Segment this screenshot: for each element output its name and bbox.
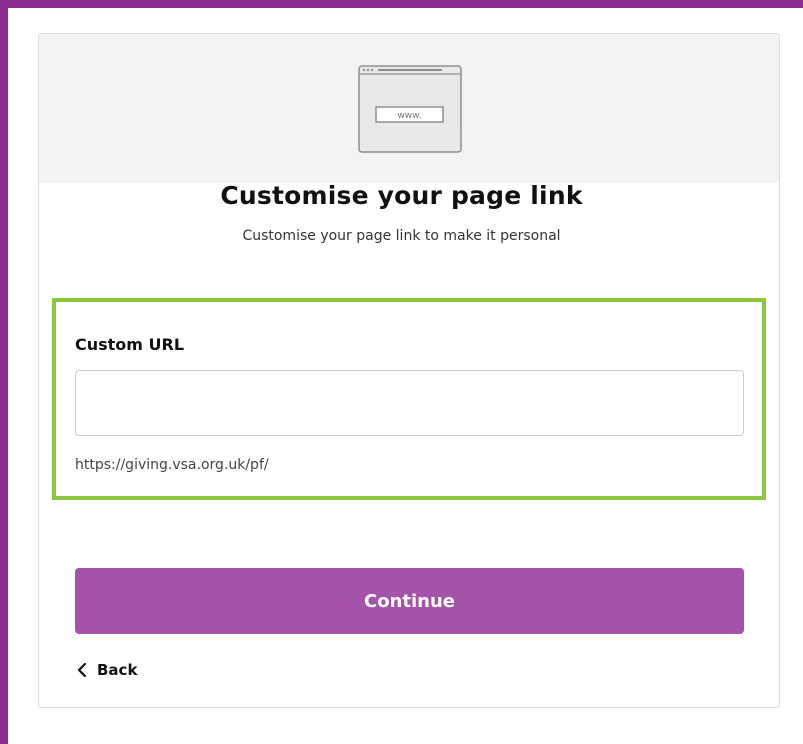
frame-border-top [0,0,803,8]
chevron-left-icon [77,662,87,678]
page-title: Customise your page link [220,181,583,210]
continue-button[interactable]: Continue [75,568,744,634]
custom-url-input[interactable] [75,370,744,436]
card-header: www. [39,34,779,183]
page-subtitle: Customise your page link to make it pers… [242,228,561,244]
custom-url-label: Custom URL [75,335,185,354]
browser-window-icon: www. [358,65,462,153]
url-prefix-text: https://giving.vsa.org.uk/pf/ [75,457,269,473]
back-label: Back [97,661,138,679]
back-link[interactable]: Back [77,659,137,681]
frame-border-left [0,0,8,744]
browser-url-text: www. [397,111,421,121]
